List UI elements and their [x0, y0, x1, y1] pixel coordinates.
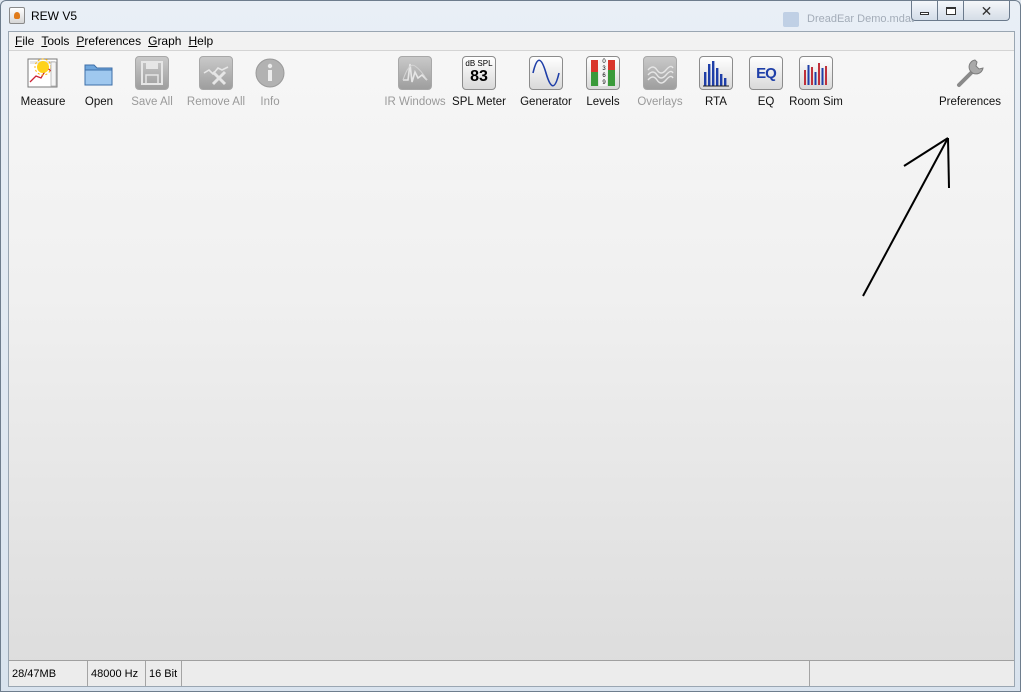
minimize-button[interactable]: [911, 1, 938, 21]
maximize-icon: [945, 6, 956, 15]
sine-wave-icon: [529, 56, 563, 90]
main-toolbar: Measure Open Save All Remove All Info IR…: [9, 52, 1014, 114]
window-title: REW V5: [31, 9, 78, 23]
save-all-button[interactable]: Save All: [130, 56, 174, 108]
save-all-label: Save All: [131, 96, 173, 108]
sample-rate: 48000 Hz: [88, 661, 146, 686]
spl-meter-icon-value: 83: [470, 68, 488, 85]
spl-meter-button[interactable]: dB SPL 83 SPL Meter: [452, 56, 506, 108]
levels-meter-icon: 0 3 6 9: [586, 56, 620, 90]
window-controls: ✕: [911, 1, 1010, 21]
eq-icon-text: EQ: [756, 64, 777, 82]
preferences-label: Preferences: [938, 96, 1001, 108]
eq-button[interactable]: EQ EQ: [749, 56, 783, 108]
annotation-arrow: [862, 137, 950, 297]
remove-all-button[interactable]: Remove All: [187, 56, 245, 108]
rta-button[interactable]: RTA: [699, 56, 733, 108]
room-sim-label: Room Sim: [789, 96, 843, 108]
menu-graph[interactable]: Graph: [145, 34, 184, 48]
overlays-button[interactable]: Overlays: [636, 56, 684, 108]
status-extra-area: [810, 661, 1014, 686]
background-window-tab: DreadEar Demo.mdat: [783, 11, 914, 29]
overlays-label: Overlays: [637, 96, 683, 108]
close-button[interactable]: ✕: [964, 1, 1010, 21]
generator-label: Generator: [520, 96, 572, 108]
measure-button[interactable]: Measure: [21, 56, 65, 108]
levels-scale-text: 0 3 6 9: [602, 59, 606, 86]
menu-file[interactable]: File: [12, 34, 37, 48]
open-button[interactable]: Open: [79, 56, 119, 108]
preferences-button[interactable]: Preferences: [938, 56, 1002, 108]
document-icon: [783, 12, 799, 27]
room-sim-icon: [799, 56, 833, 90]
java-app-icon[interactable]: [9, 7, 25, 24]
ir-windows-label: IR Windows: [384, 96, 446, 108]
status-message-area: [182, 661, 810, 686]
memory-usage[interactable]: 28/47MB: [9, 661, 88, 686]
eq-label: EQ: [757, 96, 775, 108]
eq-icon: EQ: [749, 56, 783, 90]
bit-depth: 16 Bit: [146, 661, 182, 686]
overlays-icon: [643, 56, 677, 90]
spl-meter-icon-unit: dB SPL: [465, 59, 493, 68]
spl-meter-icon: dB SPL 83: [462, 56, 496, 90]
app-window: REW V5 DreadEar Demo.mdat ✕ File Tools P…: [0, 0, 1021, 692]
background-window-title: DreadEar Demo.mdat: [807, 13, 914, 25]
info-icon: [253, 56, 287, 90]
info-button[interactable]: Info: [255, 56, 285, 108]
menu-help[interactable]: Help: [185, 34, 216, 48]
rta-label: RTA: [705, 96, 727, 108]
folder-icon: [82, 56, 116, 90]
status-bar: 28/47MB 48000 Hz 16 Bit: [9, 660, 1014, 686]
menu-tools[interactable]: Tools: [38, 34, 72, 48]
menu-bar: File Tools Preferences Graph Help: [9, 32, 1014, 51]
title-bar[interactable]: REW V5 DreadEar Demo.mdat ✕: [1, 1, 1020, 31]
levels-button[interactable]: 0 3 6 9 Levels: [585, 56, 621, 108]
ir-windows-button[interactable]: IR Windows: [384, 56, 446, 108]
remove-all-label: Remove All: [186, 96, 246, 108]
save-all-icon: [135, 56, 169, 90]
wrench-icon: [953, 56, 987, 90]
levels-label: Levels: [586, 96, 620, 108]
remove-all-icon: [199, 56, 233, 90]
maximize-button[interactable]: [938, 1, 964, 21]
menu-preferences[interactable]: Preferences: [73, 34, 144, 48]
measure-icon: [26, 56, 60, 90]
info-label: Info: [260, 96, 280, 108]
open-label: Open: [84, 96, 114, 108]
generator-button[interactable]: Generator: [519, 56, 573, 108]
spl-meter-label: SPL Meter: [452, 96, 506, 108]
measure-label: Measure: [20, 96, 66, 108]
close-icon: ✕: [980, 2, 993, 19]
room-sim-button[interactable]: Room Sim: [789, 56, 843, 108]
ir-windows-icon: [398, 56, 432, 90]
minimize-icon: [920, 12, 929, 15]
rta-bars-icon: [699, 56, 733, 90]
